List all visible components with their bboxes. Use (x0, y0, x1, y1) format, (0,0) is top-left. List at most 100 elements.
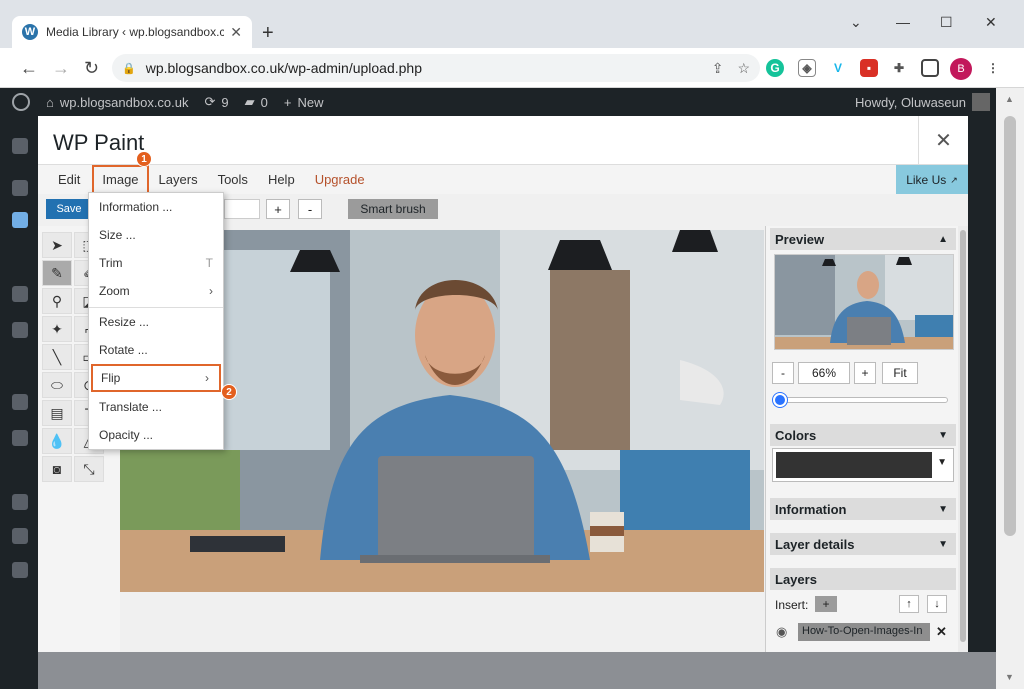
right-panel-scrollbar[interactable] (958, 226, 968, 652)
media-icon[interactable] (12, 212, 28, 228)
insert-layer-button[interactable]: + (815, 596, 837, 612)
puzzle-extensions-icon[interactable]: ✚ (890, 59, 908, 77)
menu-item-resize[interactable]: Resize ... (89, 308, 223, 336)
tools-icon[interactable] (12, 494, 28, 510)
maximize-icon[interactable]: ☐ (940, 14, 953, 31)
zoom-fit-button[interactable]: Fit (882, 362, 918, 384)
menu-tools[interactable]: Tools (208, 172, 258, 187)
brush-tool[interactable]: ✎ (42, 260, 72, 286)
plugins-icon[interactable] (12, 430, 28, 446)
color-swatch[interactable] (776, 452, 932, 478)
shield-extension-icon[interactable]: ◈ (798, 59, 816, 77)
gradient-tool[interactable]: ▤ (42, 400, 72, 426)
admin-site-link[interactable]: ⌂ wp.blogsandbox.co.uk (46, 95, 189, 110)
forward-icon[interactable]: → (52, 58, 70, 79)
magic-wand-tool[interactable]: ✦ (42, 316, 72, 342)
pinch-tool[interactable]: ⤡ (74, 456, 104, 482)
decrease-button[interactable]: - (298, 199, 322, 219)
color-dropdown-icon[interactable]: ▼ (937, 457, 947, 468)
select-arrow-tool[interactable]: ➤ (42, 232, 72, 258)
menu-edit[interactable]: Edit (38, 172, 90, 187)
colors-section-header[interactable]: Colors ▼ (770, 424, 956, 446)
layer-details-section-header[interactable]: Layer details ▼ (770, 533, 956, 555)
collapse-up-icon: ▲ (938, 233, 948, 245)
menu-item-zoom[interactable]: Zoom › (89, 277, 223, 305)
menu-upgrade[interactable]: Upgrade (305, 172, 375, 187)
wordpress-logo-icon[interactable] (12, 93, 30, 111)
share-icon[interactable]: ⇪ (712, 60, 724, 77)
scroll-up-icon[interactable]: ▲ (1005, 94, 1014, 104)
tab-close-icon[interactable]: ✕ (230, 24, 242, 41)
expand-down-icon: ▼ (938, 429, 948, 441)
bulge-tool[interactable]: ◙ (42, 456, 72, 482)
menu-item-translate[interactable]: Translate ... (89, 393, 223, 421)
blur-drop-tool[interactable]: 💧 (42, 428, 72, 454)
tab-search-icon[interactable]: ⌄ (850, 14, 862, 31)
side-panel-icon[interactable] (921, 59, 939, 77)
profile-avatar[interactable]: B (950, 58, 972, 80)
bookmark-star-icon[interactable]: ☆ (737, 60, 750, 77)
zoom-slider-knob[interactable] (773, 393, 787, 407)
smart-brush-button[interactable]: Smart brush (348, 199, 438, 219)
layer-row[interactable]: ◉ How-To-Open-Images-In ✕ (776, 622, 956, 642)
dashboard-icon[interactable] (12, 138, 28, 154)
menu-help[interactable]: Help (258, 172, 305, 187)
new-tab-icon[interactable]: + (262, 22, 274, 45)
ellipse-tool[interactable]: ⬭ (42, 372, 72, 398)
like-us-button[interactable]: Like Us ↗ (896, 165, 968, 195)
increase-button[interactable]: + (266, 199, 290, 219)
back-icon[interactable]: ← (20, 58, 38, 79)
grammarly-extension-icon[interactable]: G (766, 59, 784, 77)
menu-item-flip[interactable]: Flip › (91, 364, 221, 392)
admin-comments[interactable]: ▰ 0 (245, 94, 268, 110)
menu-dots-icon[interactable]: ⋮ (984, 59, 1002, 77)
comments-icon[interactable] (12, 322, 28, 338)
menu-image[interactable]: Image (92, 165, 149, 194)
address-bar[interactable]: 🔒 wp.blogsandbox.co.uk/wp-admin/upload.p… (112, 54, 760, 82)
layer-up-button[interactable]: ↑ (899, 595, 919, 613)
browser-tab[interactable]: W Media Library ‹ wp.blogsandbox.co.uk ✕ (12, 16, 252, 48)
color-picker[interactable]: ▼ (772, 448, 954, 482)
window-close-icon[interactable]: ✕ (985, 14, 997, 31)
line-tool[interactable]: ╲ (42, 344, 72, 370)
right-panel-scroll-thumb[interactable] (960, 230, 966, 642)
admin-account[interactable]: Howdy, Oluwaseun (855, 93, 990, 111)
menu-item-size[interactable]: Size ... (89, 221, 223, 249)
menu-item-information[interactable]: Information ... (89, 193, 223, 221)
zoom-in-button[interactable]: + (854, 362, 876, 384)
admin-new[interactable]: + New (284, 95, 324, 110)
tab-title: Media Library ‹ wp.blogsandbox.co.uk (46, 25, 225, 39)
users-icon[interactable] (12, 528, 28, 544)
save-button[interactable]: Save (46, 199, 92, 219)
preview-section-header[interactable]: Preview ▲ (770, 228, 956, 250)
vimeo-extension-icon[interactable]: V (829, 59, 847, 77)
scroll-thumb[interactable] (1004, 116, 1016, 536)
minimize-icon[interactable]: — (896, 14, 910, 30)
zoom-slider[interactable] (773, 393, 948, 407)
delete-layer-icon[interactable]: ✕ (936, 624, 947, 640)
menu-layers[interactable]: Layers (149, 172, 208, 187)
preview-thumbnail[interactable] (774, 254, 954, 350)
settings-icon[interactable] (12, 562, 28, 578)
layer-name[interactable]: How-To-Open-Images-In (798, 623, 930, 641)
size-input[interactable] (224, 199, 260, 219)
posts-icon[interactable] (12, 180, 28, 196)
information-section-header[interactable]: Information ▼ (770, 498, 956, 520)
eye-icon[interactable]: ◉ (776, 624, 792, 640)
layer-down-button[interactable]: ↓ (927, 595, 947, 613)
menu-item-trim[interactable]: Trim T (89, 249, 223, 277)
menu-item-opacity[interactable]: Opacity ... (89, 421, 223, 449)
zoom-level-field[interactable]: 66% (798, 362, 850, 384)
menu-item-rotate[interactable]: Rotate ... (89, 336, 223, 364)
red-extension-icon[interactable]: ▪ (860, 59, 878, 77)
appearance-icon[interactable] (12, 394, 28, 410)
zoom-out-button[interactable]: - (772, 362, 794, 384)
eyedropper-tool[interactable]: ⚲ (42, 288, 72, 314)
layers-section-header[interactable]: Layers (770, 568, 956, 590)
pages-icon[interactable] (12, 286, 28, 302)
page-scrollbar[interactable]: ▲ ▼ (996, 88, 1024, 689)
reload-icon[interactable]: ↻ (84, 58, 99, 79)
scroll-down-icon[interactable]: ▼ (1005, 672, 1014, 682)
modal-close-button[interactable]: ✕ (918, 116, 968, 164)
admin-updates[interactable]: ⟳ 9 (205, 94, 229, 110)
